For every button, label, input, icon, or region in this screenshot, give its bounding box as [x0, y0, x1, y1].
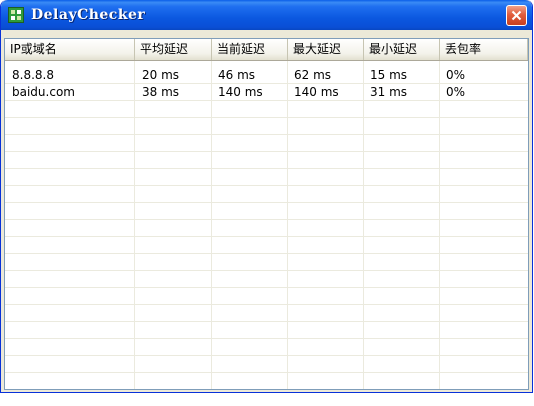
empty-row: [5, 339, 528, 356]
empty-row: [5, 254, 528, 271]
column-header-min-delay[interactable]: 最小延迟: [364, 39, 440, 60]
list-header: IP或域名 平均延迟 当前延迟 最大延迟 最小延迟 丢包率: [5, 39, 528, 61]
max-delay-cell: 62 ms: [294, 68, 332, 82]
host-cell: 8.8.8.8: [12, 68, 54, 82]
empty-row: [5, 135, 528, 152]
table-row[interactable]: 8.8.8.8 20 ms 46 ms 62 ms 15 ms 0%: [5, 67, 528, 84]
column-header-avg-delay[interactable]: 平均延迟: [135, 39, 212, 60]
empty-row: [5, 152, 528, 169]
empty-row: [5, 220, 528, 237]
packet-loss-cell: 0%: [446, 85, 466, 99]
column-header-max-delay[interactable]: 最大延迟: [288, 39, 364, 60]
delay-list-view[interactable]: IP或域名 平均延迟 当前延迟 最大延迟 最小延迟 丢包率 8.8.8.8 20…: [4, 38, 529, 390]
avg-delay-cell: 20 ms: [142, 68, 180, 82]
packet-loss-cell: 0%: [446, 68, 466, 82]
avg-delay-cell: 38 ms: [142, 85, 180, 99]
empty-row: [5, 237, 528, 254]
host-cell: baidu.com: [12, 85, 75, 99]
empty-row: [5, 186, 528, 203]
current-delay-cell: 140 ms: [218, 85, 263, 99]
app-window: DelayChecker IP或域名 平均延迟 当前延迟 最大延迟 最小延迟 丢…: [0, 0, 533, 393]
app-icon: [8, 7, 24, 23]
column-header-host[interactable]: IP或域名: [5, 39, 135, 60]
close-icon: [511, 10, 522, 21]
title-bar[interactable]: DelayChecker: [1, 0, 532, 30]
empty-row: [5, 271, 528, 288]
column-header-current-delay[interactable]: 当前延迟: [212, 39, 288, 60]
empty-row: [5, 288, 528, 305]
empty-row: [5, 305, 528, 322]
min-delay-cell: 31 ms: [370, 85, 408, 99]
current-delay-cell: 46 ms: [218, 68, 256, 82]
empty-row: [5, 169, 528, 186]
close-button[interactable]: [506, 5, 527, 26]
empty-row: [5, 203, 528, 220]
empty-row: [5, 373, 528, 389]
column-header-packet-loss[interactable]: 丢包率: [440, 39, 528, 60]
min-delay-cell: 15 ms: [370, 68, 408, 82]
empty-row: [5, 101, 528, 118]
window-title: DelayChecker: [31, 7, 146, 23]
empty-row: [5, 118, 528, 135]
empty-row: [5, 356, 528, 373]
table-row[interactable]: baidu.com 38 ms 140 ms 140 ms 31 ms 0%: [5, 84, 528, 101]
max-delay-cell: 140 ms: [294, 85, 339, 99]
empty-row: [5, 322, 528, 339]
